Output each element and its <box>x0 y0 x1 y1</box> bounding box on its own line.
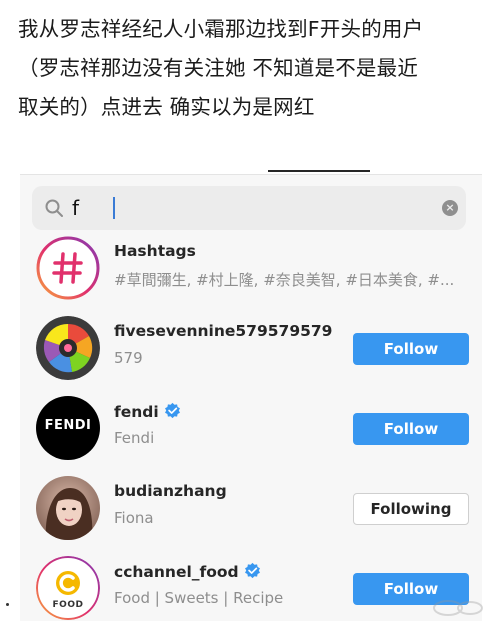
result-name: Hashtags <box>114 242 196 260</box>
result-subtitle: Fendi <box>114 429 155 447</box>
caption-line: 取关的）点进去 确实以为是网红 <box>18 95 315 119</box>
result-name: budianzhang <box>114 482 227 500</box>
result-name: fivesevennine579579579 <box>114 322 333 340</box>
active-tab-indicator <box>268 170 370 172</box>
search-result-user[interactable]: FENDI fendi Fendi Follow <box>20 388 482 468</box>
follow-button[interactable]: Follow <box>353 333 469 365</box>
cchannel-food-label: FOOD <box>52 600 84 610</box>
avatar: FENDI <box>36 396 100 460</box>
colorful-wheel-avatar <box>36 316 100 380</box>
search-result-user[interactable]: budianzhang Fiona Following <box>20 468 482 548</box>
caption-line: （罗志祥那边没有关注她 不知道是不是最近 <box>18 56 419 80</box>
follow-button[interactable]: Follow <box>353 413 469 445</box>
avatar <box>36 476 100 540</box>
search-result-user[interactable]: FOOD cchannel_food Food | Sweets | Recip… <box>20 548 482 621</box>
result-subtitle: #草間彌生, #村上隆, #奈良美智, #日本美食, #... <box>114 271 455 289</box>
search-result-user[interactable]: fivesevennine579579579 579 Follow <box>20 308 482 388</box>
result-name: cchannel_food <box>114 562 261 581</box>
verified-badge-icon <box>164 402 180 419</box>
clear-icon[interactable]: × <box>442 200 458 216</box>
search-result-hashtags[interactable]: Hashtags #草間彌生, #村上隆, #奈良美智, #日本美食, #... <box>20 228 482 308</box>
text-cursor <box>113 197 115 219</box>
verified-badge-icon <box>244 562 260 579</box>
result-name: fendi <box>114 402 181 421</box>
cchannel-logo-avatar <box>36 556 100 620</box>
caption-line: 我从罗志祥经纪人小霜那边找到F开头的用户 <box>18 17 424 41</box>
post-caption: 我从罗志祥经纪人小霜那边找到F开头的用户 （罗志祥那边没有关注她 不知道是不是最… <box>18 10 488 127</box>
avatar: FOOD <box>36 556 100 620</box>
result-subtitle: 579 <box>114 349 143 367</box>
result-name-text: cchannel_food <box>114 563 239 581</box>
result-name-text: fendi <box>114 403 159 421</box>
person-photo-avatar <box>36 476 100 540</box>
search-bar[interactable]: × <box>32 186 466 230</box>
screenshot-page: 我从罗志祥经纪人小霜那边找到F开头的用户 （罗志祥那边没有关注她 不知道是不是最… <box>0 0 500 621</box>
result-subtitle: Fiona <box>114 509 154 527</box>
hashtag-icon <box>36 236 100 300</box>
avatar <box>36 316 100 380</box>
stray-dot <box>6 603 9 606</box>
following-button[interactable]: Following <box>353 493 469 525</box>
search-input[interactable] <box>72 193 412 223</box>
search-icon <box>45 199 63 217</box>
result-subtitle: Food | Sweets | Recipe <box>114 589 284 607</box>
watermark-logo <box>433 600 483 616</box>
fendi-logo: FENDI <box>44 418 92 433</box>
hashtag-avatar <box>36 236 100 300</box>
